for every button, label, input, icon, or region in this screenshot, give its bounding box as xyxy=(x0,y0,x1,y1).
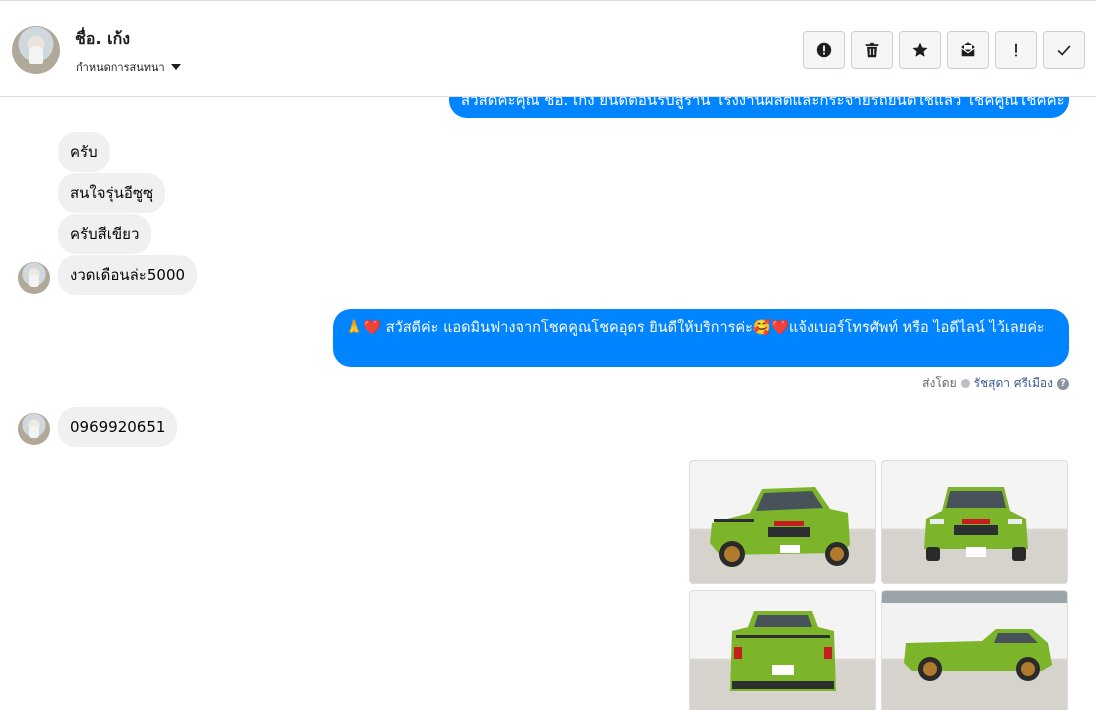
delete-button[interactable] xyxy=(851,31,893,69)
exclamation-icon xyxy=(1015,43,1017,57)
contact-name[interactable]: ชื่อ. เก้ง xyxy=(75,27,130,52)
sent-by-name[interactable]: รัชสุดา ศรีเมือง xyxy=(974,374,1053,393)
truck-image xyxy=(882,487,1067,583)
truck-photo-front-left[interactable] xyxy=(689,460,876,584)
incoming-message[interactable]: ครับสีเขียว xyxy=(58,214,152,254)
truck-photo-front[interactable] xyxy=(881,460,1068,584)
incoming-message[interactable]: 0969920651 xyxy=(58,407,178,447)
truck-image xyxy=(690,611,875,710)
mark-spam-button[interactable] xyxy=(803,31,845,69)
admin-status-icon xyxy=(960,379,970,388)
outgoing-message[interactable]: 🙏❤️ สวัสดีค่ะ แอดมินฟางจากโชคคูณโชคอุดร … xyxy=(333,309,1069,367)
caret-down-icon xyxy=(170,64,181,70)
incoming-message[interactable]: สนใจรุ่นอีซูซุ xyxy=(58,173,166,213)
truck-photo-rear[interactable] xyxy=(689,590,876,710)
inbox-conversation-view: ชื่อ. เก้ง กำหนดการสนทนา สวัสดีค่ะคุณ ชื… xyxy=(0,0,1096,710)
mark-done-button[interactable] xyxy=(1043,31,1085,69)
outgoing-message[interactable]: สวัสดีค่ะคุณ ชื่อ. เก้ง ยินดีต้อนรับสู่ร… xyxy=(449,97,1069,118)
schedule-dropdown[interactable]: กำหนดการสนทนา xyxy=(76,58,181,76)
contact-avatar-small[interactable] xyxy=(18,413,50,445)
conversation-header: ชื่อ. เก้ง กำหนดการสนทนา xyxy=(0,0,1096,97)
schedule-label: กำหนดการสนทนา xyxy=(76,61,165,74)
mark-unread-button[interactable] xyxy=(947,31,989,69)
contact-avatar-small[interactable] xyxy=(18,262,50,294)
star-icon xyxy=(912,42,928,57)
help-icon[interactable]: ? xyxy=(1057,377,1069,390)
alert-circle-icon xyxy=(816,42,832,58)
contact-avatar[interactable] xyxy=(12,26,60,74)
trash-icon xyxy=(865,42,879,58)
incoming-message[interactable]: งวดเดือนล่ะ5000 xyxy=(58,255,198,295)
star-button[interactable] xyxy=(899,31,941,69)
incoming-message[interactable]: ครับ xyxy=(58,132,110,172)
truck-image xyxy=(690,487,875,583)
conversation-toolbar xyxy=(803,31,1085,69)
sent-by-label: ส่งโดย xyxy=(922,376,957,390)
message-thread[interactable]: สวัสดีค่ะคุณ ชื่อ. เก้ง ยินดีต้อนรับสู่ร… xyxy=(0,97,1096,710)
truck-photo-side[interactable] xyxy=(881,590,1068,710)
follow-up-button[interactable] xyxy=(995,31,1037,69)
truck-image xyxy=(882,591,1067,710)
sent-by-info: ส่งโดย รัชสุดา ศรีเมือง ? xyxy=(922,374,1069,393)
check-icon xyxy=(1057,45,1071,56)
envelope-icon xyxy=(961,42,975,57)
